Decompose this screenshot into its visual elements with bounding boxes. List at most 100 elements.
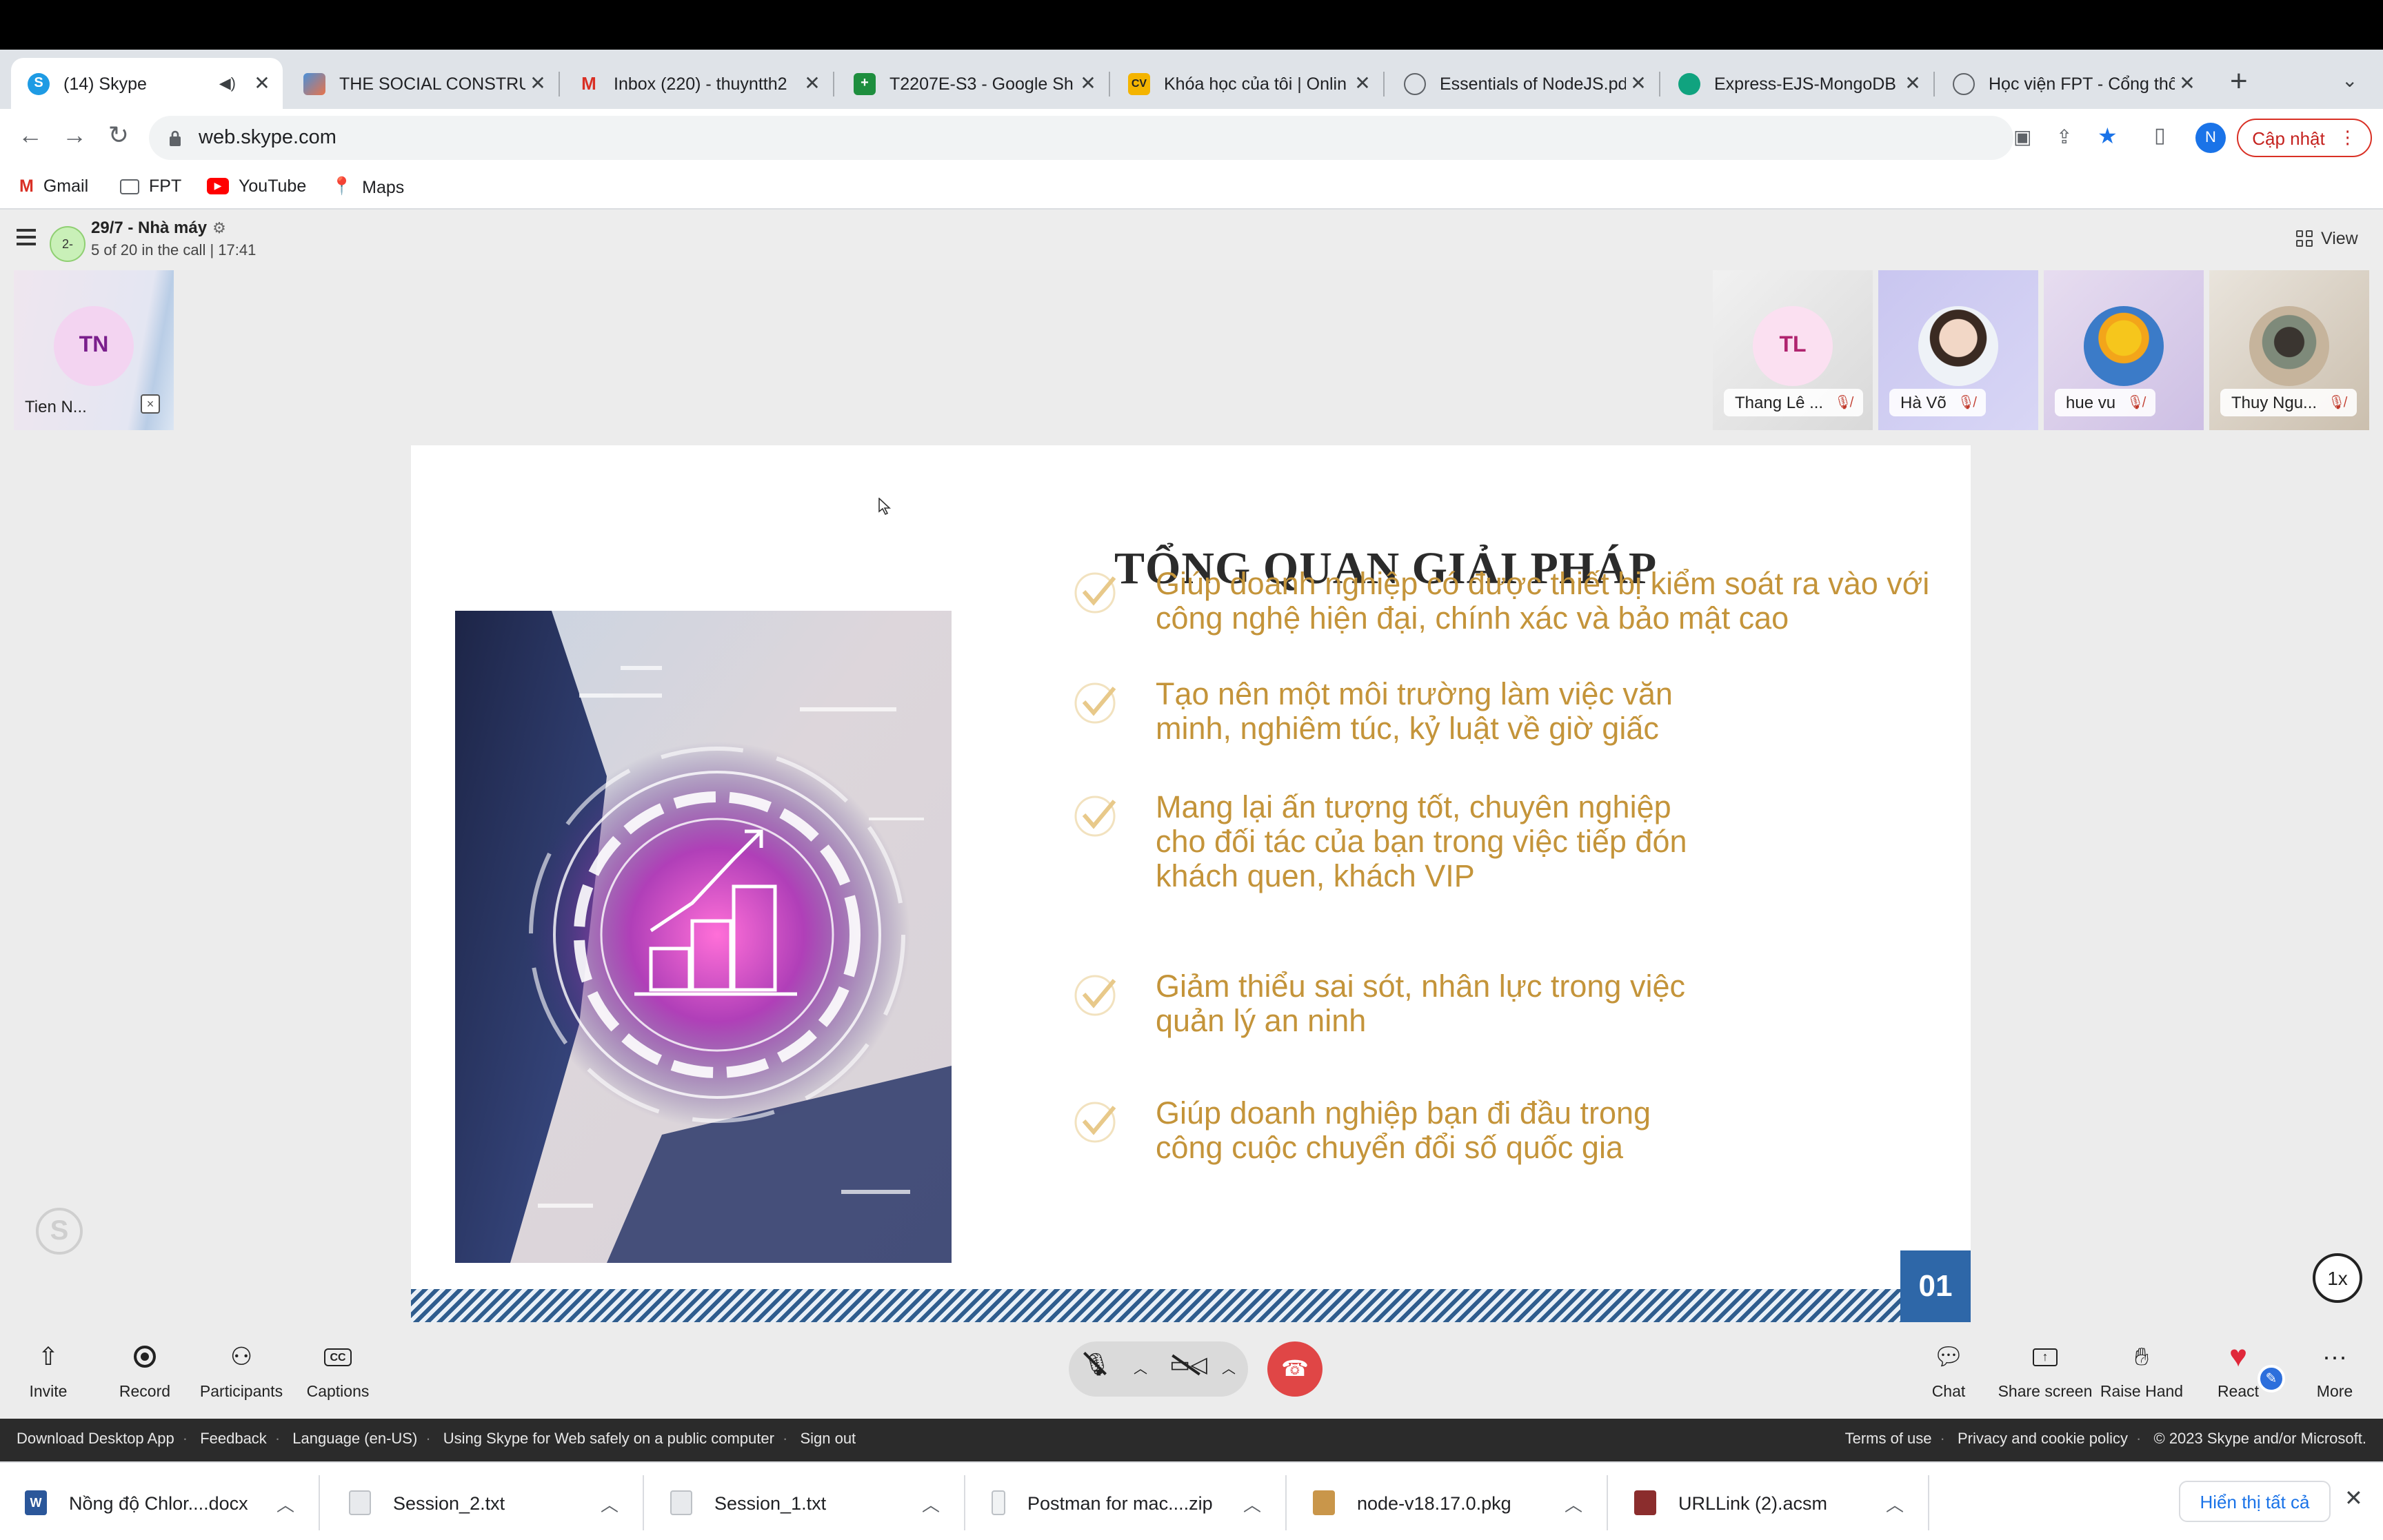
chevron-up-icon[interactable]: ︿ bbox=[1881, 1490, 1909, 1516]
view-button[interactable]: View bbox=[2296, 229, 2358, 248]
new-tab-button[interactable]: + bbox=[2230, 63, 2248, 99]
tab-hoc-vien-fpt[interactable]: Học viện FPT - Cổng thô ✕ bbox=[1936, 58, 2208, 109]
checkmark-icon bbox=[1074, 1102, 1116, 1143]
close-icon[interactable]: ✕ bbox=[1350, 72, 1375, 95]
close-icon[interactable]: ✕ bbox=[800, 72, 825, 95]
chat-button[interactable]: 💬︎ Chat bbox=[1900, 1340, 1997, 1401]
update-button[interactable]: Cập nhật ⋮ bbox=[2237, 119, 2372, 157]
invite-button[interactable]: ⇧ Invite bbox=[0, 1340, 97, 1401]
chevron-up-icon[interactable]: ︿ bbox=[596, 1490, 623, 1516]
captions-button[interactable]: CC Captions bbox=[290, 1340, 386, 1401]
close-icon[interactable]: ✕ bbox=[1626, 72, 1651, 95]
terms-link[interactable]: Terms of use bbox=[1845, 1431, 1932, 1448]
download-item[interactable]: W Nồng độ Chlor....docx ︿ bbox=[0, 1475, 320, 1530]
tab-skype[interactable]: S (14) Skype ◀) ✕ bbox=[11, 58, 283, 109]
profile-avatar[interactable]: N bbox=[2195, 123, 2226, 153]
feedback-link[interactable]: Feedback bbox=[200, 1431, 267, 1448]
tab-nodejs-pdf[interactable]: Essentials of NodeJS.pd ✕ bbox=[1387, 58, 1660, 109]
bookmark-gmail[interactable]: M Gmail bbox=[19, 176, 88, 196]
chevron-up-icon[interactable]: ︿ bbox=[1238, 1490, 1266, 1516]
participant-tile[interactable]: hue vu 🎙︎̸ bbox=[2044, 270, 2204, 430]
gmail-icon: M bbox=[19, 176, 34, 196]
bullet-text: Giúp doanh nghiệp có được thiết bị kiểm … bbox=[1156, 567, 1930, 636]
download-item[interactable]: node-v18.17.0.pkg ︿ bbox=[1288, 1475, 1608, 1530]
omnibox[interactable]: web.skype.com bbox=[149, 116, 2013, 160]
tab-google-sheets[interactable]: + T2207E-S3 - Google Sh ✕ bbox=[837, 58, 1110, 109]
bookmark-maps[interactable]: 📍 Maps bbox=[331, 176, 404, 197]
close-icon[interactable]: ✕ bbox=[1076, 72, 1100, 95]
mic-off-button[interactable]: 🎙︎ bbox=[1083, 1351, 1111, 1379]
bookmark-label: YouTube bbox=[239, 176, 307, 196]
bookmark-fpt[interactable]: FPT bbox=[120, 176, 181, 196]
chevron-down-icon[interactable]: ⌄ bbox=[2342, 69, 2357, 92]
url-text: web.skype.com bbox=[199, 127, 336, 149]
participant-tile[interactable]: Hà Võ 🎙︎̸ bbox=[1878, 270, 2038, 430]
download-item[interactable]: Session_1.txt ︿ bbox=[645, 1475, 965, 1530]
skype-icon: S bbox=[28, 72, 50, 94]
video-off-button[interactable]: ▭◁ bbox=[1169, 1351, 1207, 1379]
close-icon[interactable]: ✕ bbox=[525, 72, 550, 95]
layers-icon bbox=[303, 72, 325, 94]
package-icon bbox=[1313, 1490, 1335, 1515]
share-icon: ⇧ bbox=[37, 1342, 59, 1370]
close-icon[interactable]: ✕ bbox=[2344, 1485, 2363, 1512]
participant-name: Thuy Ngu... bbox=[2231, 393, 2317, 412]
record-label: Record bbox=[119, 1384, 171, 1401]
language-link[interactable]: Language (en-US) bbox=[292, 1431, 417, 1448]
menu-icon[interactable] bbox=[17, 229, 36, 250]
share-screen-button[interactable]: ↑ Share screen bbox=[1997, 1340, 2093, 1401]
hang-up-button[interactable]: ☎ bbox=[1267, 1341, 1323, 1397]
star-icon[interactable]: ★ bbox=[2098, 123, 2118, 150]
forward-icon[interactable]: → bbox=[58, 121, 91, 150]
back-icon[interactable]: ← bbox=[14, 121, 47, 150]
download-item[interactable]: Session_2.txt ︿ bbox=[324, 1475, 644, 1530]
reload-icon[interactable]: ↻ bbox=[102, 121, 135, 150]
chevron-up-icon[interactable]: ︿ bbox=[1134, 1357, 1147, 1377]
tab-gmail-inbox[interactable]: M Inbox (220) - thuyntth2 ✕ bbox=[561, 58, 834, 109]
raise-hand-button[interactable]: ✋︎ Raise Hand bbox=[2093, 1340, 2190, 1401]
speaker-icon[interactable]: ◀) bbox=[219, 74, 236, 92]
close-icon[interactable]: ✕ bbox=[2175, 72, 2200, 95]
record-button[interactable]: Record bbox=[97, 1340, 193, 1401]
video-off-icon: ▭◁ bbox=[1169, 1351, 1207, 1379]
captions-icon: CC bbox=[290, 1340, 386, 1373]
privacy-link[interactable]: Privacy and cookie policy bbox=[1958, 1431, 2128, 1448]
close-icon[interactable]: ✕ bbox=[250, 72, 274, 95]
camera-blocked-icon[interactable]: ▣ bbox=[2013, 125, 2031, 149]
chevron-up-icon[interactable]: ︿ bbox=[1222, 1357, 1236, 1377]
bullet-item: Giảm thiểu sai sót, nhân lực trong việc q… bbox=[1073, 969, 1685, 1038]
call-subtitle: 5 of 20 in the call | 17:41 bbox=[91, 243, 257, 259]
side-panel-icon[interactable]: ▯ bbox=[2154, 123, 2166, 148]
checkmark-icon bbox=[1074, 975, 1116, 1016]
download-desktop-app-link[interactable]: Download Desktop App bbox=[17, 1431, 174, 1448]
show-all-downloads-button[interactable]: Hiển thị tất cả bbox=[2179, 1481, 2331, 1522]
tab-express-ejs[interactable]: Express-EJS-MongoDB ✕ bbox=[1662, 58, 1935, 109]
participant-tile[interactable]: TL Thang Lê ... 🎙︎̸ bbox=[1713, 270, 1873, 430]
participant-tile[interactable]: TN Tien N... × bbox=[14, 270, 174, 430]
participant-tile[interactable]: Thuy Ngu... 🎙︎̸ bbox=[2209, 270, 2369, 430]
phone-hangup-icon: ☎ bbox=[1281, 1358, 1309, 1381]
pencil-icon[interactable]: ✎ bbox=[2258, 1365, 2285, 1392]
speed-button[interactable]: 1x bbox=[2313, 1253, 2362, 1303]
chevron-up-icon[interactable]: ︿ bbox=[1560, 1490, 1587, 1516]
tab-social-construct[interactable]: THE SOCIAL CONSTRUC ✕ bbox=[287, 58, 560, 109]
more-button[interactable]: ··· More bbox=[2286, 1340, 2383, 1401]
more-label: More bbox=[2316, 1384, 2353, 1401]
close-icon[interactable]: ✕ bbox=[1900, 72, 1925, 95]
sign-out-link[interactable]: Sign out bbox=[800, 1431, 856, 1448]
share-screen-icon: ↑ bbox=[1997, 1340, 2093, 1373]
download-item[interactable]: Postman for mac....zip ︿ bbox=[967, 1475, 1287, 1530]
safety-link[interactable]: Using Skype for Web safely on a public c… bbox=[443, 1431, 774, 1448]
folder-icon bbox=[120, 179, 139, 194]
participants-button[interactable]: ⚇ Participants bbox=[193, 1340, 290, 1401]
chevron-up-icon[interactable]: ︿ bbox=[917, 1490, 945, 1516]
gear-icon[interactable]: ⚙ bbox=[212, 221, 226, 237]
call-title[interactable]: 29/7 - Nhà máy ⚙ bbox=[91, 218, 226, 237]
tab-khoa-hoc[interactable]: CV Khóa học của tôi | Onlin ✕ bbox=[1112, 58, 1385, 109]
bookmark-youtube[interactable]: ▶ YouTube bbox=[207, 176, 306, 196]
globe-icon bbox=[1404, 72, 1426, 94]
group-avatar[interactable]: 2- bbox=[50, 226, 86, 262]
share-icon[interactable]: ⇪ bbox=[2056, 125, 2072, 149]
chevron-up-icon[interactable]: ︿ bbox=[272, 1490, 299, 1516]
download-item[interactable]: URLLink (2).acsm ︿ bbox=[1609, 1475, 1929, 1530]
